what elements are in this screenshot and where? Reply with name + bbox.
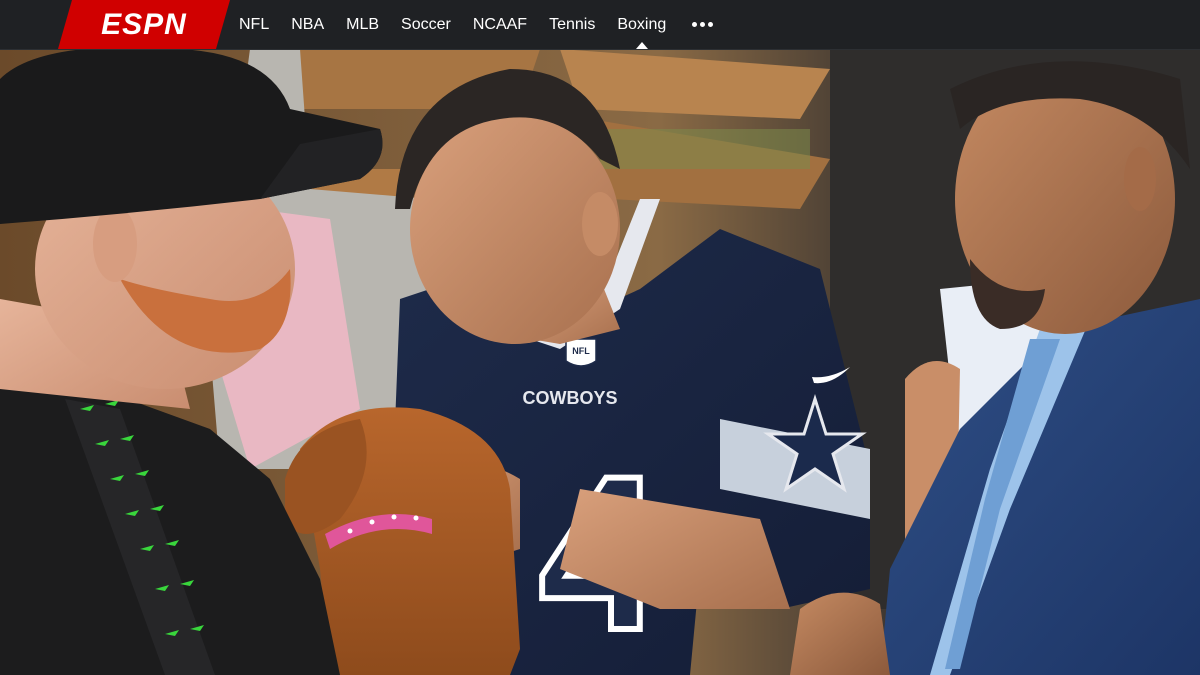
more-dot bbox=[707, 22, 713, 27]
top-navigation-bar: ESPN NFL NBA MLB Soccer NCAAF Tennis Box… bbox=[0, 0, 1200, 50]
more-dot bbox=[699, 22, 705, 27]
hero-photo: 4 COWBOYS NFL bbox=[0, 49, 1200, 675]
nav-item-soccer[interactable]: Soccer bbox=[390, 0, 462, 49]
more-dot bbox=[691, 22, 697, 27]
nav-item-nba[interactable]: NBA bbox=[280, 0, 335, 49]
espn-page: ESPN NFL NBA MLB Soccer NCAAF Tennis Box… bbox=[0, 0, 1200, 675]
espn-logo-text: ESPN bbox=[101, 8, 187, 41]
sport-nav-links: NFL NBA MLB Soccer NCAAF Tennis Boxing bbox=[228, 0, 719, 49]
nav-item-boxing[interactable]: Boxing bbox=[606, 0, 677, 49]
nav-item-nfl[interactable]: NFL bbox=[228, 0, 280, 49]
espn-logo[interactable]: ESPN bbox=[58, 0, 230, 49]
nav-item-mlb[interactable]: MLB bbox=[335, 0, 390, 49]
hero-photo-illustration: 4 COWBOYS NFL bbox=[0, 49, 1200, 675]
nav-item-ncaaf[interactable]: NCAAF bbox=[462, 0, 538, 49]
nfl-shield-icon: NFL bbox=[565, 338, 597, 367]
nfl-badge-text: NFL bbox=[572, 346, 590, 356]
nav-item-tennis[interactable]: Tennis bbox=[538, 0, 606, 49]
more-horizontal-icon[interactable] bbox=[685, 0, 719, 49]
jersey-wordmark: COWBOYS bbox=[522, 388, 617, 408]
